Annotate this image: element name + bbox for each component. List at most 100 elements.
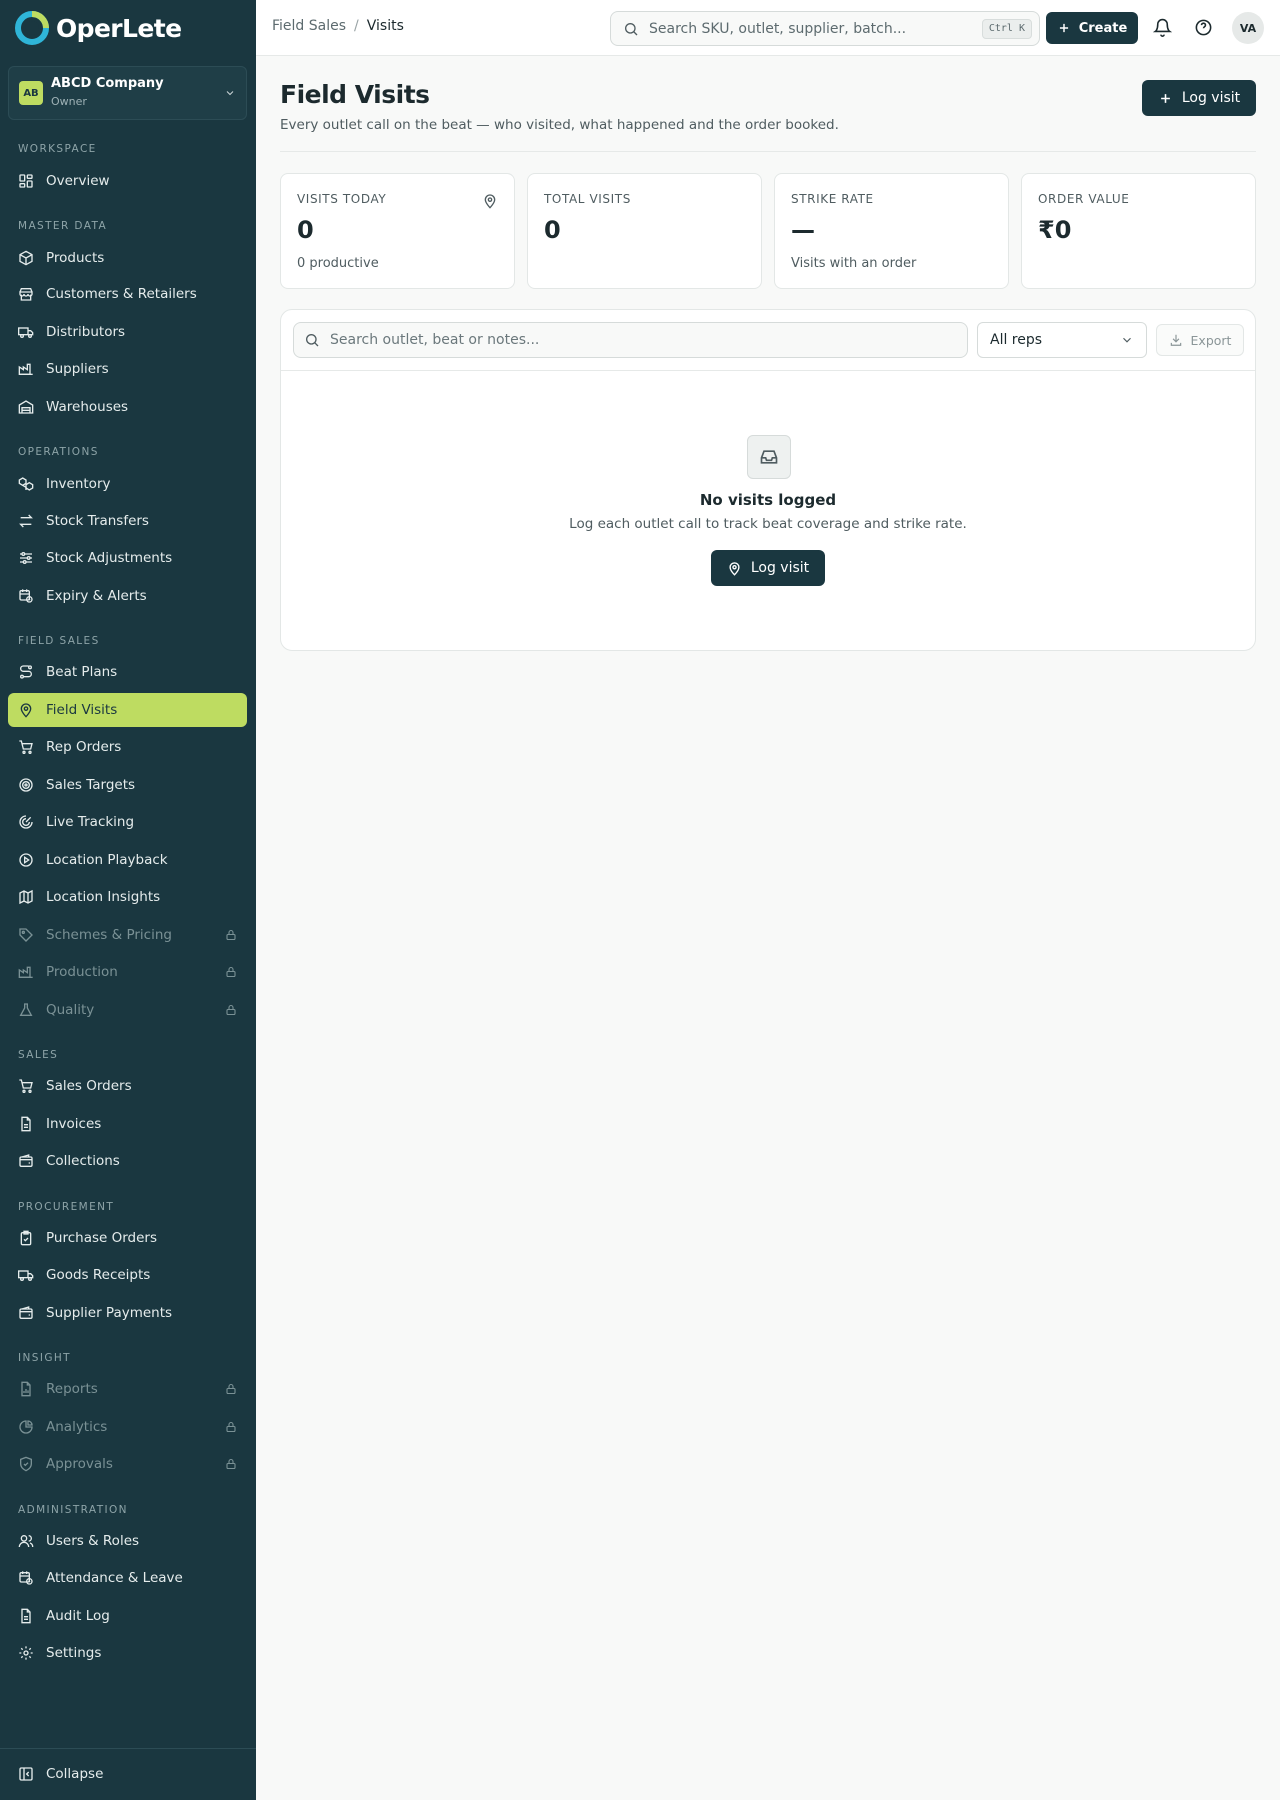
breadcrumb-visits: Visits	[366, 18, 404, 34]
stat-label: VISITS TODAY	[297, 192, 387, 206]
sidebar-item-users-roles[interactable]: Users & Roles	[8, 1524, 247, 1558]
plus-icon	[1160, 93, 1170, 103]
bell-icon[interactable]	[1153, 18, 1172, 37]
sidebar-item-label: Distributors	[46, 324, 126, 340]
sidebar-item-warehouses[interactable]: Warehouses	[8, 390, 247, 424]
breadcrumb-field-sales[interactable]: Field Sales	[272, 18, 346, 34]
sidebar-item-location-playback[interactable]: Location Playback	[8, 843, 247, 877]
sidebar-item-schemes-pricing[interactable]: Schemes & Pricing	[8, 918, 247, 952]
sidebar-item-approvals[interactable]: Approvals	[8, 1447, 247, 1481]
sidebar-item-label: Products	[46, 250, 105, 266]
sidebar-item-stock-transfers[interactable]: Stock Transfers	[8, 504, 247, 538]
sidebar-item-inventory[interactable]: Inventory	[8, 467, 247, 501]
company-badge: AB	[19, 81, 43, 105]
sidebar-item-label: Collapse	[46, 1766, 104, 1782]
filter-bar: Search outlet, beat or notes... All reps…	[281, 310, 1255, 371]
brand-mark-icon	[15, 11, 49, 45]
section-label-field-sales: FIELD SALES	[18, 635, 100, 647]
sidebar-item-label: Collections	[46, 1153, 120, 1169]
rep-select[interactable]: All reps	[977, 322, 1147, 358]
sidebar-item-collections[interactable]: Collections	[8, 1144, 247, 1178]
pie-chart-icon	[19, 1420, 33, 1434]
chevron-down-icon	[226, 91, 234, 96]
brand-logo[interactable]: OperLete	[14, 10, 182, 46]
sidebar-item-production[interactable]: Production	[8, 955, 247, 989]
sidebar-item-label: Settings	[46, 1645, 102, 1661]
sidebar-item-quality[interactable]: Quality	[8, 993, 247, 1027]
map-pin-icon	[20, 703, 32, 718]
visits-panel: Search outlet, beat or notes... All reps…	[280, 309, 1256, 651]
visits-search-input[interactable]: Search outlet, beat or notes...	[293, 322, 968, 358]
stat-value: 0	[297, 216, 314, 244]
sidebar-item-audit-log[interactable]: Audit Log	[8, 1599, 247, 1633]
section-label-insight: INSIGHT	[18, 1352, 71, 1364]
file-text-icon	[21, 1116, 31, 1132]
play-circle-icon	[19, 853, 33, 867]
brand-name: OperLete	[56, 13, 182, 43]
lock-icon	[226, 966, 236, 978]
create-button[interactable]: Create	[1046, 12, 1138, 44]
sidebar-item-sales-targets[interactable]: Sales Targets	[8, 768, 247, 802]
sidebar-item-field-visits[interactable]: Field Visits	[8, 693, 247, 727]
sidebar-item-overview[interactable]: Overview	[8, 164, 247, 198]
wallet-icon	[19, 1154, 33, 1167]
breadcrumb-separator: /	[354, 18, 359, 34]
sidebar-item-attendance-leave[interactable]: Attendance & Leave	[8, 1561, 247, 1595]
breadcrumb: Field Sales / Visits	[272, 18, 404, 34]
sidebar-item-label: Analytics	[46, 1419, 108, 1435]
sidebar-item-products[interactable]: Products	[8, 241, 247, 275]
export-button[interactable]: Export	[1156, 324, 1244, 356]
sidebar-item-invoices[interactable]: Invoices	[8, 1107, 247, 1141]
calendar-clock-icon	[19, 1571, 33, 1585]
target-icon	[19, 778, 33, 792]
lock-icon	[226, 1383, 236, 1395]
empty-log-visit-button[interactable]: Log visit	[711, 550, 825, 586]
section-label-procurement: PROCUREMENT	[18, 1201, 115, 1213]
sidebar-item-customers[interactable]: Customers & Retailers	[8, 277, 247, 311]
sidebar-item-label: Field Visits	[46, 702, 118, 718]
calendar-clock-icon	[19, 589, 33, 603]
sidebar-item-stock-adjustments[interactable]: Stock Adjustments	[8, 541, 247, 575]
flask-icon	[19, 1003, 33, 1016]
sidebar-item-goods-receipts[interactable]: Goods Receipts	[8, 1258, 247, 1292]
sidebar-item-distributors[interactable]: Distributors	[8, 315, 247, 349]
package-icon	[19, 250, 33, 266]
page-subtitle: Every outlet call on the beat — who visi…	[280, 117, 839, 133]
warehouse-icon	[18, 400, 34, 414]
sidebar-item-settings[interactable]: Settings	[8, 1636, 247, 1670]
sidebar-item-analytics[interactable]: Analytics	[8, 1410, 247, 1444]
header-divider	[280, 151, 1256, 152]
search-icon	[625, 22, 638, 35]
sidebar-item-sales-orders[interactable]: Sales Orders	[8, 1069, 247, 1103]
sidebar-item-expiry-alerts[interactable]: Expiry & Alerts	[8, 579, 247, 613]
section-label-master-data: MASTER DATA	[18, 220, 108, 232]
radar-icon	[19, 815, 33, 829]
company-switcher[interactable]: AB ABCD Company Owner	[8, 66, 247, 120]
stat-card-total-visits: TOTAL VISITS 0	[527, 173, 762, 289]
sidebar-item-reports[interactable]: Reports	[8, 1372, 247, 1406]
log-visit-button[interactable]: Log visit	[1142, 80, 1256, 116]
lock-icon	[226, 929, 236, 941]
download-icon	[1170, 334, 1181, 346]
help-circle-icon[interactable]	[1194, 18, 1213, 37]
sidebar-item-suppliers[interactable]: Suppliers	[8, 352, 247, 386]
sidebar-item-beat-plans[interactable]: Beat Plans	[8, 655, 247, 689]
sidebar-item-label: Audit Log	[46, 1608, 110, 1624]
user-avatar[interactable]: VA	[1232, 12, 1264, 44]
arrows-left-right-icon	[19, 514, 33, 528]
cart-icon	[19, 740, 33, 754]
sidebar-item-live-tracking[interactable]: Live Tracking	[8, 805, 247, 839]
sidebar-item-rep-orders[interactable]: Rep Orders	[8, 730, 247, 764]
search-icon	[306, 334, 319, 347]
sidebar-item-purchase-orders[interactable]: Purchase Orders	[8, 1221, 247, 1255]
company-role: Owner	[51, 95, 87, 108]
create-button-label: Create	[1078, 20, 1128, 36]
sidebar-item-supplier-payments[interactable]: Supplier Payments	[8, 1296, 247, 1330]
sidebar-item-label: Inventory	[46, 476, 111, 492]
sidebar-collapse-button[interactable]: Collapse	[8, 1757, 247, 1791]
inbox-icon	[760, 450, 778, 464]
stat-card-strike-rate: STRIKE RATE — Visits with an order	[774, 173, 1009, 289]
global-search-input[interactable]: Search SKU, outlet, supplier, batch... C…	[610, 11, 1040, 46]
sidebar-item-location-insights[interactable]: Location Insights	[8, 880, 247, 914]
section-label-workspace: WORKSPACE	[18, 143, 97, 155]
